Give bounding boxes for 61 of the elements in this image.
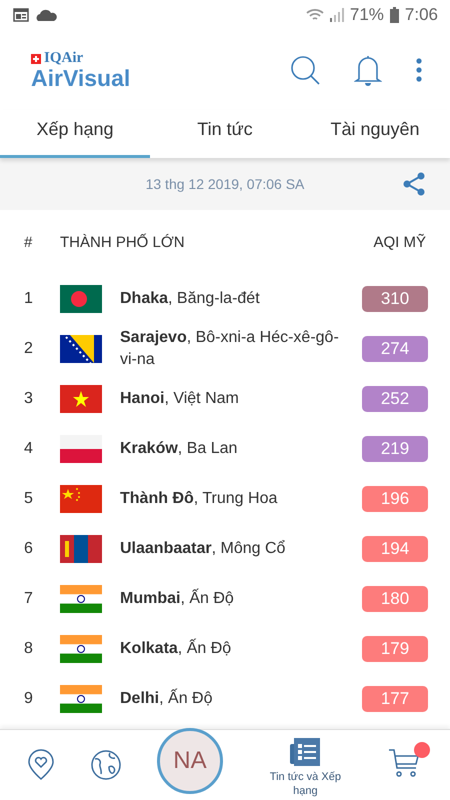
- rank-number: 9: [24, 690, 34, 708]
- city-name[interactable]: Kraków, Ba Lan: [120, 438, 362, 460]
- update-date: 13 thg 12 2019, 07:06 SA: [146, 176, 304, 192]
- app-logo: AirVisual: [31, 67, 130, 90]
- aqi-value: 274: [362, 336, 428, 362]
- rank-number: 8: [24, 640, 34, 658]
- city-name[interactable]: Kolkata, Ấn Độ: [120, 638, 362, 660]
- brand-name: IQAir: [44, 50, 84, 67]
- rank-number: 3: [24, 390, 34, 408]
- notifications-icon[interactable]: [354, 54, 382, 86]
- city-name[interactable]: Sarajevo, Bô-xni-a Héc-xê-gô-vi-na: [120, 327, 362, 371]
- more-menu-icon[interactable]: [416, 58, 422, 82]
- flag-icon: [60, 485, 102, 513]
- aqi-value: 252: [362, 386, 428, 412]
- aqi-value: 180: [362, 586, 428, 612]
- rank-number: 1: [24, 290, 34, 308]
- city-name[interactable]: Hanoi, Việt Nam: [120, 388, 362, 410]
- battery-icon: [390, 7, 399, 23]
- rank-number: 2: [24, 340, 34, 358]
- flag-icon: [60, 535, 102, 563]
- aqi-value: 310: [362, 286, 428, 312]
- search-icon[interactable]: [290, 55, 320, 85]
- aqi-value: 179: [362, 636, 428, 662]
- column-header: AQI MỸ: [373, 234, 426, 250]
- flag-icon: [60, 685, 102, 713]
- column-header: THÀNH PHỐ LỚN: [60, 234, 186, 250]
- avatar[interactable]: NA: [156, 728, 223, 794]
- city-name[interactable]: Delhi, Ấn Độ: [120, 688, 362, 710]
- city-name[interactable]: Dhaka, Băng-la-đét: [120, 288, 362, 310]
- city-name[interactable]: Ulaanbaatar, Mông Cổ: [120, 538, 362, 560]
- nav-label[interactable]: Tin tức và Xếp hạng: [259, 770, 352, 798]
- heart-location-icon[interactable]: [28, 749, 54, 781]
- tab[interactable]: Tài nguyên: [300, 110, 450, 158]
- aqi-value: 219: [362, 436, 428, 462]
- flag-icon: [60, 435, 102, 463]
- calendar-icon: [13, 8, 29, 22]
- clock: 7:06: [404, 5, 438, 25]
- flag-icon: [60, 285, 102, 313]
- battery-percent: 71%: [350, 5, 384, 25]
- tab[interactable]: Xếp hạng: [0, 110, 150, 158]
- flag-icon: [60, 635, 102, 663]
- signal-icon: [330, 8, 344, 22]
- flag-icon: [60, 585, 102, 613]
- rank-number: 5: [24, 490, 34, 508]
- city-name[interactable]: Thành Đô, Trung Hoa: [120, 488, 362, 510]
- globe-icon[interactable]: [90, 750, 121, 780]
- rank-number: 6: [24, 540, 34, 558]
- aqi-value: 196: [362, 486, 428, 512]
- newspaper-icon[interactable]: [290, 738, 320, 766]
- aqi-value: 177: [362, 686, 428, 712]
- swiss-cross-icon: [31, 54, 41, 64]
- share-icon[interactable]: [402, 172, 426, 196]
- aqi-value: 194: [362, 536, 428, 562]
- rank-number: 7: [24, 590, 34, 608]
- flag-icon: [60, 335, 102, 363]
- city-name[interactable]: Mumbai, Ấn Độ: [120, 588, 362, 610]
- column-header: #: [24, 234, 34, 250]
- flag-icon: [60, 385, 102, 413]
- rank-number: 4: [24, 440, 34, 458]
- cloud-icon: [35, 9, 57, 21]
- tab[interactable]: Tin tức: [150, 110, 300, 158]
